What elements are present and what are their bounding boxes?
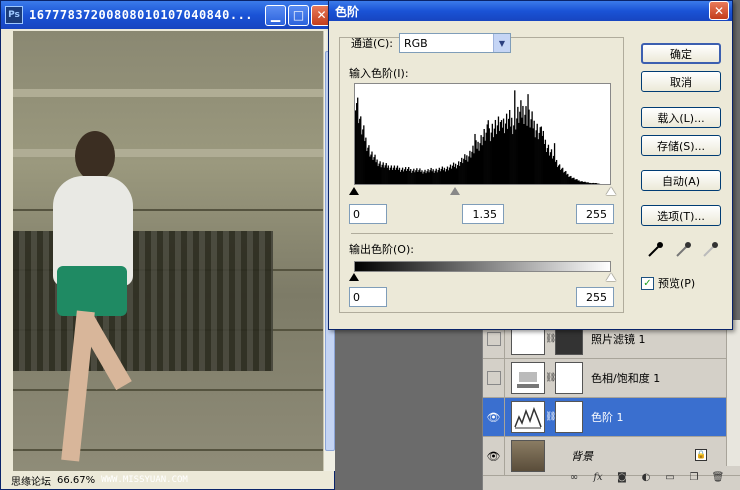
figure-head: [75, 131, 115, 181]
preview-row: ✓ 预览(P): [641, 275, 695, 291]
group-folder-icon[interactable]: ▭: [663, 470, 677, 484]
status-bar: 思缘论坛 66.67% WWW.MISSYUAN.COM: [11, 471, 188, 489]
adjustment-thumbnail: [511, 362, 545, 394]
chain-link-icon: ⛓: [545, 412, 557, 422]
photo-canvas[interactable]: [13, 31, 323, 471]
input-white-field[interactable]: 255: [576, 204, 614, 224]
zoom-level[interactable]: 66.67%: [57, 475, 95, 486]
lock-icon: 🔒: [695, 449, 707, 461]
input-slider[interactable]: [349, 187, 616, 197]
options-button[interactable]: 选项(T)...: [641, 205, 721, 226]
gamma-slider[interactable]: [450, 187, 460, 195]
figure-skirt: [57, 266, 127, 316]
chevron-down-icon[interactable]: ▼: [492, 34, 510, 52]
forum-label: 思缘论坛: [11, 476, 51, 488]
document-title: 16777837200808010107040840...: [29, 8, 254, 22]
visibility-box: [486, 371, 501, 385]
output-white-field[interactable]: 255: [576, 287, 614, 307]
add-mask-icon[interactable]: ◙: [615, 470, 629, 484]
output-black-field[interactable]: 0: [349, 287, 387, 307]
output-gradient: [354, 261, 611, 272]
layers-scrollbar[interactable]: [726, 320, 740, 466]
layers-toolbar: ∞ fx ◙ ◐ ▭ ❐ 🗑: [483, 466, 740, 488]
dialog-title: 色阶: [335, 4, 360, 19]
preview-checkbox[interactable]: ✓: [641, 276, 654, 290]
minimize-button[interactable]: ▁: [265, 4, 286, 26]
levels-dialog: 色阶 ✕ 通道(C): RGB ▼ 输入色阶(I): 0 1.35 255 输出…: [328, 0, 733, 330]
chain-link-icon: ⛓: [545, 373, 557, 383]
trash-icon[interactable]: 🗑: [711, 470, 725, 484]
channel-select[interactable]: RGB ▼: [398, 33, 511, 53]
output-black-slider[interactable]: [349, 273, 359, 281]
layer-name: 色阶 1: [591, 411, 624, 424]
eye-icon: 👁: [486, 410, 501, 424]
layer-hue-saturation[interactable]: ⛓ 色相/饱和度 1: [483, 358, 740, 398]
output-slider[interactable]: [349, 273, 616, 283]
gray-eyedropper-icon[interactable]: [674, 241, 692, 259]
visibility-box: [486, 332, 501, 346]
auto-button[interactable]: 自动(A): [641, 170, 721, 191]
dialog-close-button[interactable]: ✕: [709, 1, 729, 20]
adjustment-layer-icon[interactable]: ◐: [639, 470, 653, 484]
link-layers-icon[interactable]: ∞: [567, 470, 581, 484]
stone-ledge: [13, 89, 323, 97]
document-titlebar[interactable]: Ps 16777837200808010107040840... ▁ □ ✕: [1, 1, 334, 29]
maximize-button[interactable]: □: [288, 4, 309, 26]
output-levels-label: 输出色阶(O):: [349, 243, 414, 256]
layer-style-icon[interactable]: fx: [591, 470, 605, 484]
layers-panel: ⛓ 照片滤镜 1 ⛓ 色相/饱和度 1 👁 ⛓ 色阶 1 👁 背景 🔒 ∞ fx…: [482, 319, 740, 490]
minimize-icon: ▁: [270, 8, 281, 22]
layer-name: 背景: [571, 450, 593, 463]
layer-mask: [555, 362, 583, 394]
layer-mask: [555, 401, 583, 433]
output-white-slider[interactable]: [606, 273, 616, 281]
close-icon: ✕: [713, 3, 725, 18]
chain-link-icon: ⛓: [545, 334, 557, 344]
white-point-slider[interactable]: [606, 187, 616, 195]
hue-sat-icon: [517, 372, 539, 388]
layer-name: 照片滤镜 1: [591, 333, 646, 346]
white-eyedropper-icon[interactable]: [701, 241, 719, 259]
document-window: Ps 16777837200808010107040840... ▁ □ ✕ 思…: [0, 0, 335, 490]
black-eyedropper-icon[interactable]: [646, 241, 664, 259]
input-levels-label: 输入色阶(I):: [349, 67, 409, 80]
save-button[interactable]: 存储(S)...: [641, 135, 721, 156]
visibility-toggle[interactable]: [483, 358, 505, 398]
stone-ledge: [13, 149, 323, 157]
window-grate: [13, 231, 273, 371]
cancel-button[interactable]: 取消: [641, 71, 721, 92]
input-black-field[interactable]: 0: [349, 204, 387, 224]
section-divider: [351, 233, 613, 234]
adjustment-thumbnail: [511, 401, 545, 433]
histogram: [354, 83, 611, 185]
channel-row: 通道(C): RGB ▼: [351, 33, 511, 53]
input-gamma-field[interactable]: 1.35: [462, 204, 504, 224]
layer-levels[interactable]: 👁 ⛓ 色阶 1: [483, 397, 740, 437]
channel-value: RGB: [403, 36, 428, 50]
layer-name: 色相/饱和度 1: [591, 372, 661, 385]
black-point-slider[interactable]: [349, 187, 359, 195]
new-layer-icon[interactable]: ❐: [687, 470, 701, 484]
maximize-icon: □: [292, 8, 305, 22]
ok-button[interactable]: 确定: [641, 43, 721, 64]
watermark-text: WWW.MISSYUAN.COM: [101, 475, 188, 485]
close-icon: ✕: [316, 8, 327, 22]
eye-icon: 👁: [486, 449, 501, 463]
load-button[interactable]: 载入(L)...: [641, 107, 721, 128]
channel-label: 通道(C):: [351, 37, 393, 50]
visibility-toggle[interactable]: 👁: [483, 397, 505, 437]
dialog-titlebar[interactable]: 色阶 ✕: [329, 1, 732, 21]
photoshop-icon: Ps: [5, 6, 23, 24]
levels-icon: [514, 406, 542, 429]
preview-label: 预览(P): [658, 277, 696, 290]
